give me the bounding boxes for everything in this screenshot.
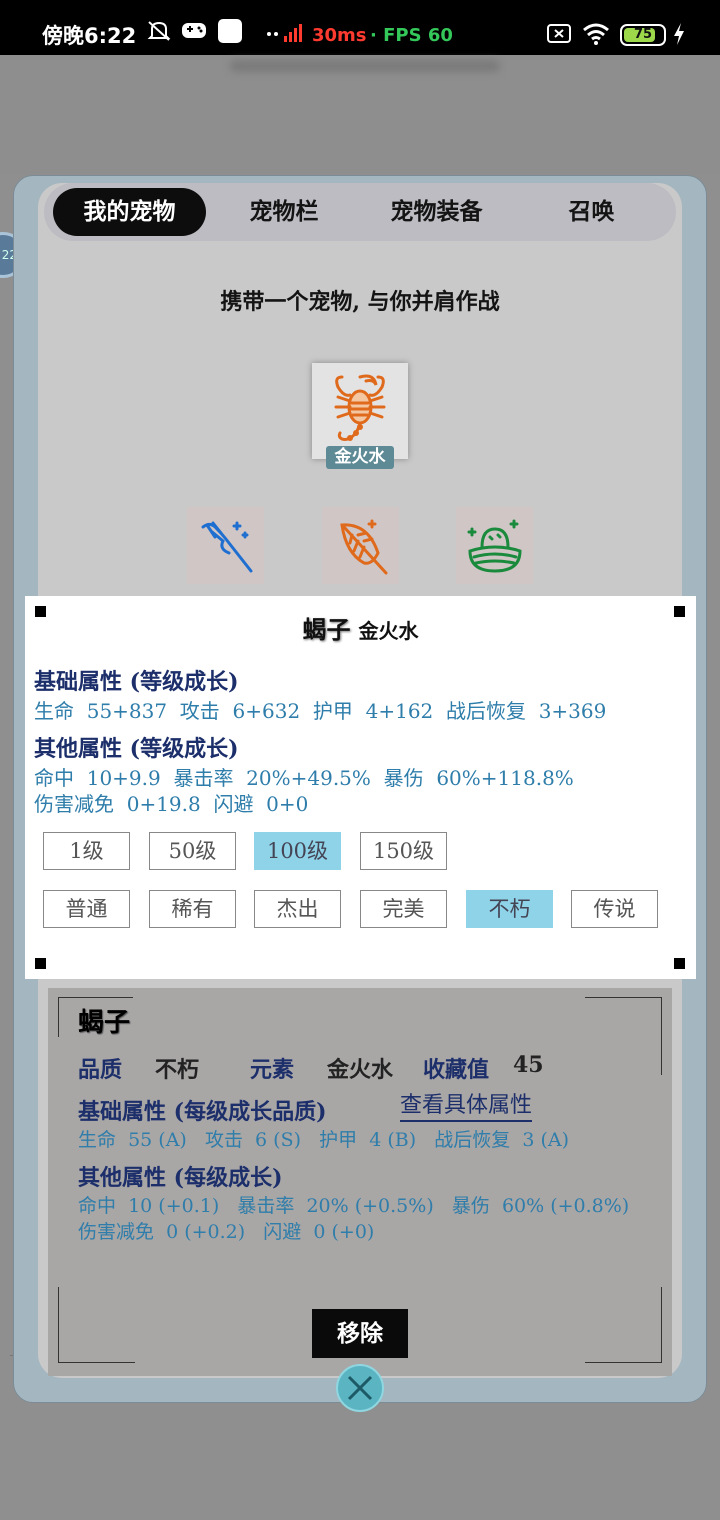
- popup-pet-element: 金火水: [358, 619, 419, 643]
- charging-icon: [672, 22, 686, 50]
- pet-slot[interactable]: [312, 363, 408, 459]
- info-other-header: 其他属性 (每级成长): [78, 1165, 283, 1191]
- battery-indicator: 75: [620, 24, 666, 46]
- mute-bell-icon: [146, 19, 172, 47]
- ping-value: 30ms: [312, 25, 367, 46]
- collection-value: 45: [513, 1052, 544, 1078]
- level-150-button[interactable]: 150级: [360, 832, 447, 870]
- popup-other-header: 其他属性 (等级成长): [34, 736, 239, 762]
- fps-value: · FPS 60: [370, 25, 453, 46]
- frame-corner: [585, 1287, 662, 1363]
- background: [0, 55, 720, 175]
- quality-label: 品质: [78, 1057, 123, 1083]
- remove-button[interactable]: 移除: [312, 1309, 408, 1358]
- info-pet-name: 蝎子: [78, 1008, 131, 1038]
- frame-corner: [585, 997, 662, 1075]
- screen-x-icon: [547, 24, 571, 48]
- info-base-stats: 生命 55 (A) 攻击 6 (S) 护甲 4 (B) 战后恢复 3 (A): [78, 1129, 569, 1151]
- popup-title: 蝎子 金火水: [25, 610, 696, 645]
- tab-my-pet[interactable]: 我的宠物: [53, 188, 206, 236]
- equip-slot-staff[interactable]: [187, 507, 264, 584]
- quality-value: 不朽: [155, 1057, 200, 1083]
- app-square-icon: [217, 18, 243, 48]
- info-base-header: 基础属性 (每级成长品质): [78, 1099, 327, 1125]
- popup-pet-name: 蝎子: [302, 615, 351, 644]
- collection-label: 收藏值: [423, 1057, 490, 1083]
- popup-base-stats: 生命 55+837 攻击 6+632 护甲 4+162 战后恢复 3+369: [34, 699, 607, 723]
- tab-pet-bar[interactable]: 宠物栏: [214, 188, 354, 236]
- resize-handle[interactable]: [35, 958, 46, 969]
- scorpion-icon: [324, 371, 396, 453]
- signal-icon: [266, 24, 306, 48]
- quality-perfect-button[interactable]: 完美: [360, 890, 447, 928]
- page-subtitle: 携带一个宠物, 与你并肩作战: [220, 289, 500, 315]
- level-1-button[interactable]: 1级: [43, 832, 130, 870]
- gamepad-icon: [181, 19, 207, 45]
- staff-icon: [193, 513, 259, 583]
- equip-slot-feather[interactable]: [322, 507, 399, 584]
- resize-handle[interactable]: [674, 958, 685, 969]
- status-bar: 傍晚6:22 30ms · FPS 60 75: [0, 0, 720, 55]
- status-time: 傍晚6:22: [42, 24, 137, 48]
- pet-element-tag: 金火水: [326, 446, 394, 469]
- view-detail-link[interactable]: 查看具体属性: [400, 1092, 533, 1122]
- quality-legendary-button[interactable]: 传说: [571, 890, 658, 928]
- frame-corner: [58, 1287, 135, 1363]
- background-shadow: [230, 60, 500, 72]
- pet-detail-popup: 蝎子 金火水 基础属性 (等级成长) 生命 55+837 攻击 6+632 护甲 …: [25, 596, 696, 979]
- popup-base-header: 基础属性 (等级成长): [34, 669, 239, 695]
- quality-common-button[interactable]: 普通: [43, 890, 130, 928]
- info-other-stats-1: 命中 10 (+0.1) 暴击率 20% (+0.5%) 暴伤 60% (+0.…: [78, 1195, 630, 1217]
- battery-level: 75: [633, 27, 653, 42]
- feather-icon: [328, 513, 394, 583]
- tab-bar: 我的宠物 宠物栏 宠物装备 召唤: [44, 183, 676, 241]
- wifi-icon: [582, 22, 610, 50]
- nest-icon: [462, 513, 528, 583]
- quality-outstanding-button[interactable]: 杰出: [254, 890, 341, 928]
- quality-immortal-button[interactable]: 不朽: [466, 890, 553, 928]
- tab-pet-equipment[interactable]: 宠物装备: [364, 188, 509, 236]
- popup-other-stats-1: 命中 10+9.9 暴击率 20%+49.5% 暴伤 60%+118.8%: [34, 766, 574, 790]
- level-100-button[interactable]: 100级: [254, 832, 341, 870]
- close-button[interactable]: [336, 1364, 384, 1412]
- level-50-button[interactable]: 50级: [149, 832, 236, 870]
- tab-summon[interactable]: 召唤: [519, 188, 664, 236]
- info-other-stats-2: 伤害减免 0 (+0.2) 闪避 0 (+0): [78, 1221, 375, 1243]
- close-icon: [346, 1374, 374, 1406]
- element-value: 金火水: [327, 1057, 394, 1083]
- quality-rare-button[interactable]: 稀有: [149, 890, 236, 928]
- element-label: 元素: [250, 1057, 295, 1083]
- popup-other-stats-2: 伤害减免 0+19.8 闪避 0+0: [34, 792, 309, 816]
- equip-slot-nest[interactable]: [456, 507, 533, 584]
